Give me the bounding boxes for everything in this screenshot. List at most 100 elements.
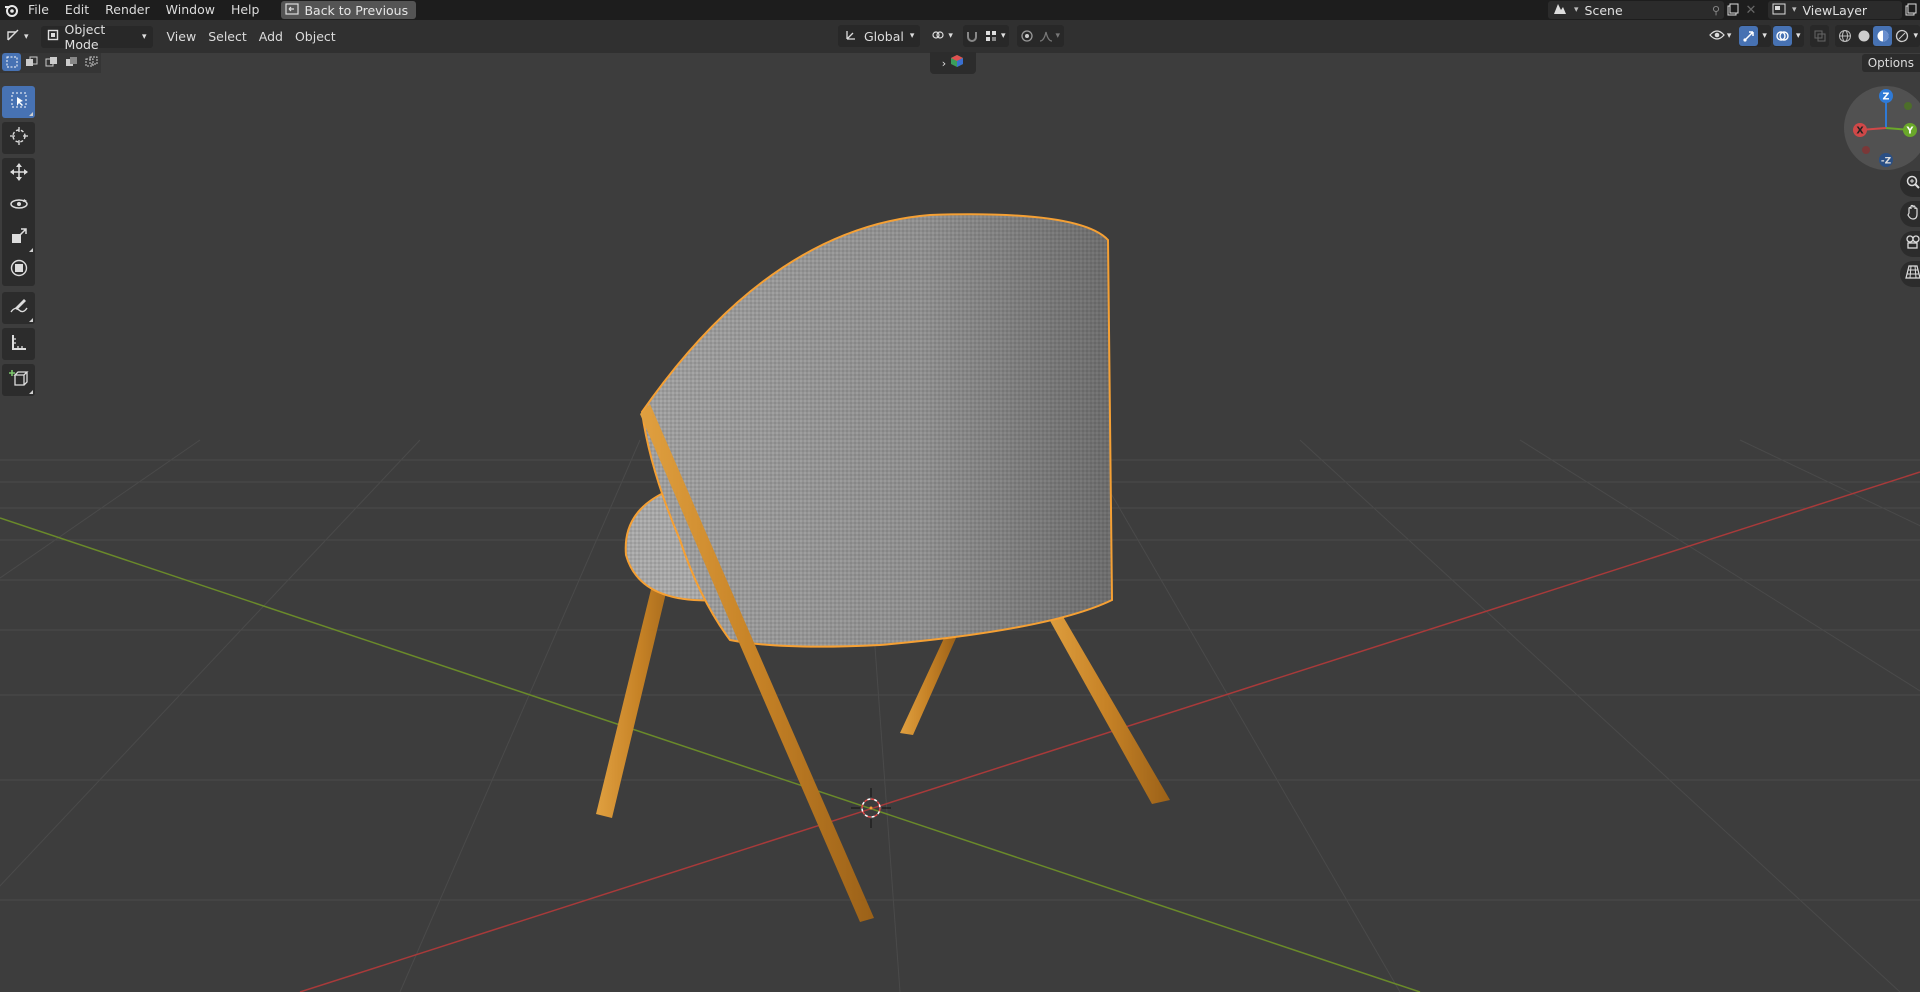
- tool-annotate[interactable]: [2, 292, 35, 324]
- tool-scale[interactable]: [2, 222, 35, 254]
- chair-back-shell: [640, 213, 1114, 648]
- camera-view-button[interactable]: [1900, 231, 1920, 257]
- orientation-label: Global: [864, 28, 904, 44]
- new-scene-icon[interactable]: [1724, 1, 1742, 19]
- menu-render[interactable]: Render: [97, 0, 158, 20]
- material-preview-shading-icon[interactable]: [1873, 26, 1893, 46]
- gizmo-neg-y-axis: [1904, 102, 1912, 110]
- tool-variants-indicator: [29, 318, 33, 322]
- falloff-icon[interactable]: [1036, 26, 1055, 46]
- rendered-shading-icon[interactable]: [1892, 26, 1911, 46]
- menu-add[interactable]: Add: [253, 26, 289, 48]
- pivot-point-selector[interactable]: ▾: [924, 25, 959, 47]
- chevron-down-icon: ▾: [1762, 31, 1767, 41]
- chevron-down-icon: ▾: [1000, 31, 1006, 41]
- viewport-header: ▾ Object Mode ▾ View Select Add Object G…: [0, 20, 1920, 53]
- blender-logo-icon[interactable]: [2, 2, 20, 18]
- camera-icon: [1905, 234, 1920, 254]
- chevron-down-icon: ▾: [1574, 5, 1579, 15]
- measure-icon: [10, 333, 28, 355]
- pan-button[interactable]: [1900, 201, 1920, 227]
- select-box-icon: [10, 91, 28, 113]
- xray-icon[interactable]: [1810, 26, 1829, 46]
- tool-measure[interactable]: [2, 328, 35, 360]
- snap-target-icon[interactable]: [982, 26, 1001, 46]
- navigation-gizmo[interactable]: Z X Y -Z: [1844, 86, 1920, 170]
- menu-help[interactable]: Help: [223, 0, 268, 20]
- tool-select-box[interactable]: [2, 86, 35, 118]
- pin-icon[interactable]: ⚲: [1712, 4, 1720, 17]
- new-view-layer-icon[interactable]: [1902, 1, 1920, 19]
- mode-label: Object Mode: [64, 21, 106, 52]
- tool-cursor[interactable]: [2, 122, 35, 154]
- tool-transform[interactable]: [2, 254, 35, 286]
- hand-icon: [1905, 204, 1920, 224]
- tool-add-cube[interactable]: [2, 364, 35, 396]
- select-invert-icon[interactable]: [62, 53, 81, 71]
- solid-shading-icon[interactable]: [1854, 26, 1873, 46]
- gizmo-toggle-icon[interactable]: [1739, 26, 1759, 46]
- editor-type-selector[interactable]: ▾: [0, 26, 35, 48]
- annotate-icon: [9, 296, 29, 320]
- proportional-editing-group: ▾: [1017, 25, 1064, 47]
- chevron-down-icon: ▾: [1792, 5, 1797, 15]
- rotate-icon: [9, 194, 29, 218]
- grid-perspective-icon: [1905, 264, 1920, 284]
- zoom-button[interactable]: [1900, 171, 1920, 197]
- visibility-selector[interactable]: ▾: [1703, 25, 1738, 47]
- scene-selector[interactable]: ▾ Scene ⚲: [1548, 1, 1724, 19]
- select-new-icon[interactable]: [2, 53, 21, 71]
- snap-toggle-icon[interactable]: [963, 26, 982, 46]
- chevron-down-icon: ▾: [909, 31, 915, 41]
- menu-select[interactable]: Select: [202, 26, 253, 48]
- transform-orientation-selector[interactable]: Global ▾: [838, 25, 921, 47]
- topbar-right: ▾ Scene ⚲ ✕ ▾ ViewLayer: [1548, 0, 1920, 20]
- gizmo-neg-x-axis: [1862, 146, 1870, 154]
- scale-icon: [10, 227, 28, 249]
- gizmo-x-label: X: [1856, 126, 1864, 137]
- move-icon: [9, 162, 29, 186]
- scene-name: Scene: [1584, 2, 1623, 18]
- menu-edit[interactable]: Edit: [57, 0, 97, 20]
- chevron-down-icon: ▾: [24, 31, 29, 42]
- menu-window[interactable]: Window: [158, 0, 223, 20]
- proportional-editing-icon[interactable]: [1017, 26, 1036, 46]
- wireframe-shading-icon[interactable]: [1835, 26, 1854, 46]
- options-button[interactable]: Options: [1861, 54, 1920, 72]
- gizmo-group: ▾: [1739, 25, 1771, 47]
- 3d-cursor: [851, 788, 891, 828]
- pivot-icon: [930, 28, 946, 45]
- 3d-viewport-icon: [6, 28, 22, 45]
- select-intersect-icon[interactable]: [82, 53, 101, 71]
- back-to-previous-button[interactable]: Back to Previous: [281, 1, 417, 19]
- menu-view[interactable]: View: [161, 26, 203, 48]
- object-color-icon: [950, 54, 964, 72]
- perspective-toggle-button[interactable]: [1900, 261, 1920, 287]
- selection-mode-group: [0, 53, 101, 73]
- top-bar: File Edit Render Window Help Back to Pre…: [0, 0, 1920, 20]
- menu-object[interactable]: Object: [289, 26, 342, 48]
- overlay-group: ▾: [1772, 25, 1805, 47]
- chevron-down-icon: ▾: [1726, 31, 1732, 41]
- gizmo-neg-z-label: -Z: [1881, 157, 1892, 167]
- tool-rotate[interactable]: [2, 190, 35, 222]
- delete-scene-icon[interactable]: ✕: [1742, 1, 1760, 19]
- header-right-controls: ▾ ▾ ▾ ▾: [1703, 25, 1920, 47]
- menu-file[interactable]: File: [20, 0, 57, 20]
- tool-variants-indicator: [29, 390, 33, 394]
- mode-selector[interactable]: Object Mode ▾: [40, 22, 153, 52]
- view-layer-selector[interactable]: ▾ ViewLayer: [1768, 1, 1902, 19]
- tool-move[interactable]: [2, 158, 35, 190]
- select-subtract-icon[interactable]: [42, 53, 61, 71]
- view-layer-icon: [1772, 3, 1786, 18]
- xray-toggle-group: [1810, 25, 1830, 47]
- 3d-viewport[interactable]: › Options Z X Y -Z: [0, 52, 1920, 992]
- sidebar-collapse-tab[interactable]: ›: [930, 52, 976, 74]
- zoom-icon: [1905, 174, 1920, 194]
- select-extend-icon[interactable]: [22, 53, 41, 71]
- tool-variants-indicator: [29, 112, 33, 116]
- transform-icon: [9, 258, 29, 282]
- overlays-toggle-icon[interactable]: [1772, 26, 1792, 46]
- chevron-down-icon: ▾: [1055, 31, 1060, 41]
- snap-group: ▾: [962, 25, 1010, 47]
